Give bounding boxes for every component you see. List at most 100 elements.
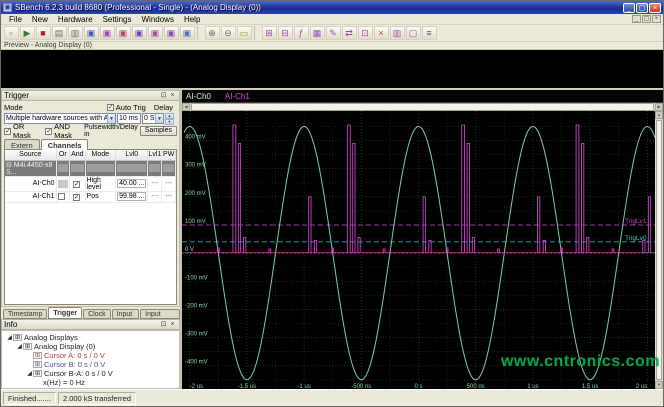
mdi-close-button[interactable]: × <box>652 15 661 23</box>
auto-trig-checkbox[interactable]: ✓ <box>106 103 114 111</box>
tree-item[interactable]: ◢ ⊞ Analog Display (0) <box>6 342 179 351</box>
chevron-down-icon[interactable]: ▼ <box>155 114 163 123</box>
scroll-up-icon[interactable]: ▲ <box>655 111 663 119</box>
trigger-mode-select[interactable]: Multiple hardware sources with AND/OR▼ <box>4 113 116 124</box>
and-checkbox[interactable]: ✓ <box>72 193 80 201</box>
tab-input-channels[interactable]: Input Channels <box>140 309 180 328</box>
mdi-restore-button[interactable]: ▢ <box>642 15 651 23</box>
tab-channels[interactable]: Channels <box>40 139 89 150</box>
display-icon: ⊞ <box>23 343 32 350</box>
table-icon[interactable]: ▥ <box>389 26 405 40</box>
plot-area[interactable]: TrigLv0 TrigLv1 400 mV 300 mV 200 mV 100 mV 0 … <box>182 111 663 391</box>
delay-value-select[interactable]: 0 S ▼ <box>142 113 164 124</box>
menu-item-help[interactable]: Help <box>179 15 205 24</box>
vscroll-thumb[interactable] <box>656 120 662 380</box>
tree-item[interactable]: x(Hz) = 0 Hz <box>6 378 179 387</box>
display-card-7-icon[interactable]: ▣ <box>179 26 195 40</box>
and-checkbox[interactable]: ✓ <box>72 180 80 188</box>
tab-trigger[interactable]: Trigger <box>48 307 83 319</box>
display-card-5-icon[interactable]: ▣ <box>147 26 163 40</box>
cell-mode[interactable]: High level <box>85 176 117 192</box>
close-panel-icon[interactable]: × <box>168 91 177 100</box>
menu-item-file[interactable]: File <box>4 15 27 24</box>
edit-icon[interactable]: ✎ <box>325 26 341 40</box>
column-header-and[interactable]: And <box>69 150 86 161</box>
close-button[interactable]: × <box>649 2 661 13</box>
horizontal-scrollbar[interactable]: ◀ ▶ <box>182 103 663 111</box>
export-icon[interactable]: ⊟ <box>277 26 293 40</box>
menu-item-windows[interactable]: Windows <box>137 15 179 24</box>
minimize-button[interactable]: _ <box>623 2 635 13</box>
chevron-down-icon[interactable]: ▼ <box>107 114 115 123</box>
cell-mode[interactable]: Pos <box>85 191 117 203</box>
display-card-1-icon[interactable]: ▣ <box>83 26 99 40</box>
signal-plot[interactable]: TrigLv0TrigLv1400 mV300 mV200 mV100 mV0 … <box>182 111 657 391</box>
samples-button[interactable]: Samples <box>139 126 177 136</box>
maximize-button[interactable]: ▢ <box>636 2 648 13</box>
display-card-4-icon[interactable]: ▣ <box>131 26 147 40</box>
delay-spinner[interactable]: ▲ ▼ <box>165 113 174 125</box>
pin-icon[interactable]: ⊡ <box>159 320 168 329</box>
scroll-left-icon[interactable]: ◀ <box>182 103 190 111</box>
or-mask-checkbox[interactable]: ✓ <box>4 127 11 135</box>
column-header-pw[interactable]: PW <box>161 150 176 161</box>
legend-channel-ai-ch1[interactable]: AI-Ch1 <box>225 92 250 101</box>
and-mask-checkbox[interactable]: ✓ <box>45 127 53 135</box>
tab-clock[interactable]: Clock <box>83 309 111 319</box>
app-icon: ▣ <box>3 3 12 12</box>
function-icon[interactable]: ƒ <box>293 26 309 40</box>
calculation-icon[interactable]: ⊞ <box>261 26 277 40</box>
column-header-lvl1[interactable]: Lvl1 <box>147 150 163 161</box>
record-icon[interactable]: ▥ <box>67 26 83 40</box>
start-icon[interactable]: ▶ <box>19 26 35 40</box>
or-checkbox[interactable] <box>58 192 66 200</box>
display-card-3-icon[interactable]: ▣ <box>115 26 131 40</box>
pin-icon[interactable]: ⊡ <box>159 91 168 100</box>
stop-icon[interactable]: ■ <box>35 26 51 40</box>
tab-input-mode[interactable]: Input Mode <box>111 309 140 328</box>
cell-lvl0[interactable]: 40.00 ... <box>117 179 147 188</box>
column-header-or[interactable]: Or <box>56 150 71 161</box>
zoom-in-icon[interactable]: ⊕ <box>204 26 220 40</box>
display-card-6-icon[interactable]: ▣ <box>163 26 179 40</box>
tree-expander-icon[interactable]: ◢ <box>16 343 23 350</box>
new-acquisition-icon[interactable]: ▫ <box>3 26 19 40</box>
preview-display-area[interactable] <box>1 50 663 90</box>
battery-icon[interactable]: ▭ <box>236 26 252 40</box>
timeout-field[interactable]: 10 ms <box>117 113 141 124</box>
menu-item-new[interactable]: New <box>27 15 53 24</box>
tree-item[interactable]: ◢ ⊞ Analog Displays <box>6 333 179 342</box>
menu-item-settings[interactable]: Settings <box>98 15 137 24</box>
transfer-icon[interactable]: ⇄ <box>341 26 357 40</box>
tree-expander-icon[interactable]: ◢ <box>6 334 13 341</box>
legend-channel-ai-ch0[interactable]: AI-Ch0 <box>186 92 211 101</box>
table-group-row[interactable]: ⊟ M4i.4450-x8 S... <box>5 160 176 177</box>
table-row[interactable]: AI-Ch1 ✓ Pos 99.98 ... --- --- <box>5 191 176 203</box>
tree-item[interactable]: ⊞ Cursor B: 0 s / 0 V <box>6 360 179 369</box>
column-header-mode[interactable]: Mode <box>85 150 117 161</box>
menu-item-hardware[interactable]: Hardware <box>53 15 98 24</box>
zoom-out-icon[interactable]: ⊖ <box>220 26 236 40</box>
tree-expander-icon[interactable]: ◢ <box>26 370 33 377</box>
tree-item-label: Cursor B: 0 s / 0 V <box>44 360 106 369</box>
table-row[interactable]: AI-Ch0 ✓ High level 40.00 ... --- --- <box>5 176 176 192</box>
tab-timestamp[interactable]: Timestamp <box>3 309 48 319</box>
merge-icon[interactable]: ⊡ <box>357 26 373 40</box>
tree-item[interactable]: ◢ ⊞ Cursor B-A: 0 s / 0 V <box>6 369 179 378</box>
display-card-2-icon[interactable]: ▣ <box>99 26 115 40</box>
hscroll-thumb[interactable] <box>191 103 654 111</box>
grid-icon[interactable]: ▦ <box>309 26 325 40</box>
vertical-scrollbar[interactable]: ▲ ▼ <box>655 111 663 389</box>
column-header-source[interactable]: Source <box>5 150 57 161</box>
tree-item[interactable]: ⊞ Cursor A: 0 s / 0 V <box>6 351 179 360</box>
delete-icon[interactable]: × <box>373 26 389 40</box>
settings-icon[interactable]: ≡ <box>421 26 437 40</box>
cell-lvl0[interactable]: 99.98 ... <box>117 192 147 201</box>
scroll-down-icon[interactable]: ▼ <box>655 381 663 389</box>
monitor-icon[interactable]: ▢ <box>405 26 421 40</box>
close-panel-icon[interactable]: × <box>168 320 177 329</box>
scroll-right-icon[interactable]: ▶ <box>655 103 663 111</box>
preview-icon[interactable]: ▤ <box>51 26 67 40</box>
mdi-minimize-button[interactable]: _ <box>632 15 641 23</box>
column-header-lvl0[interactable]: Lvl0 <box>115 150 149 161</box>
